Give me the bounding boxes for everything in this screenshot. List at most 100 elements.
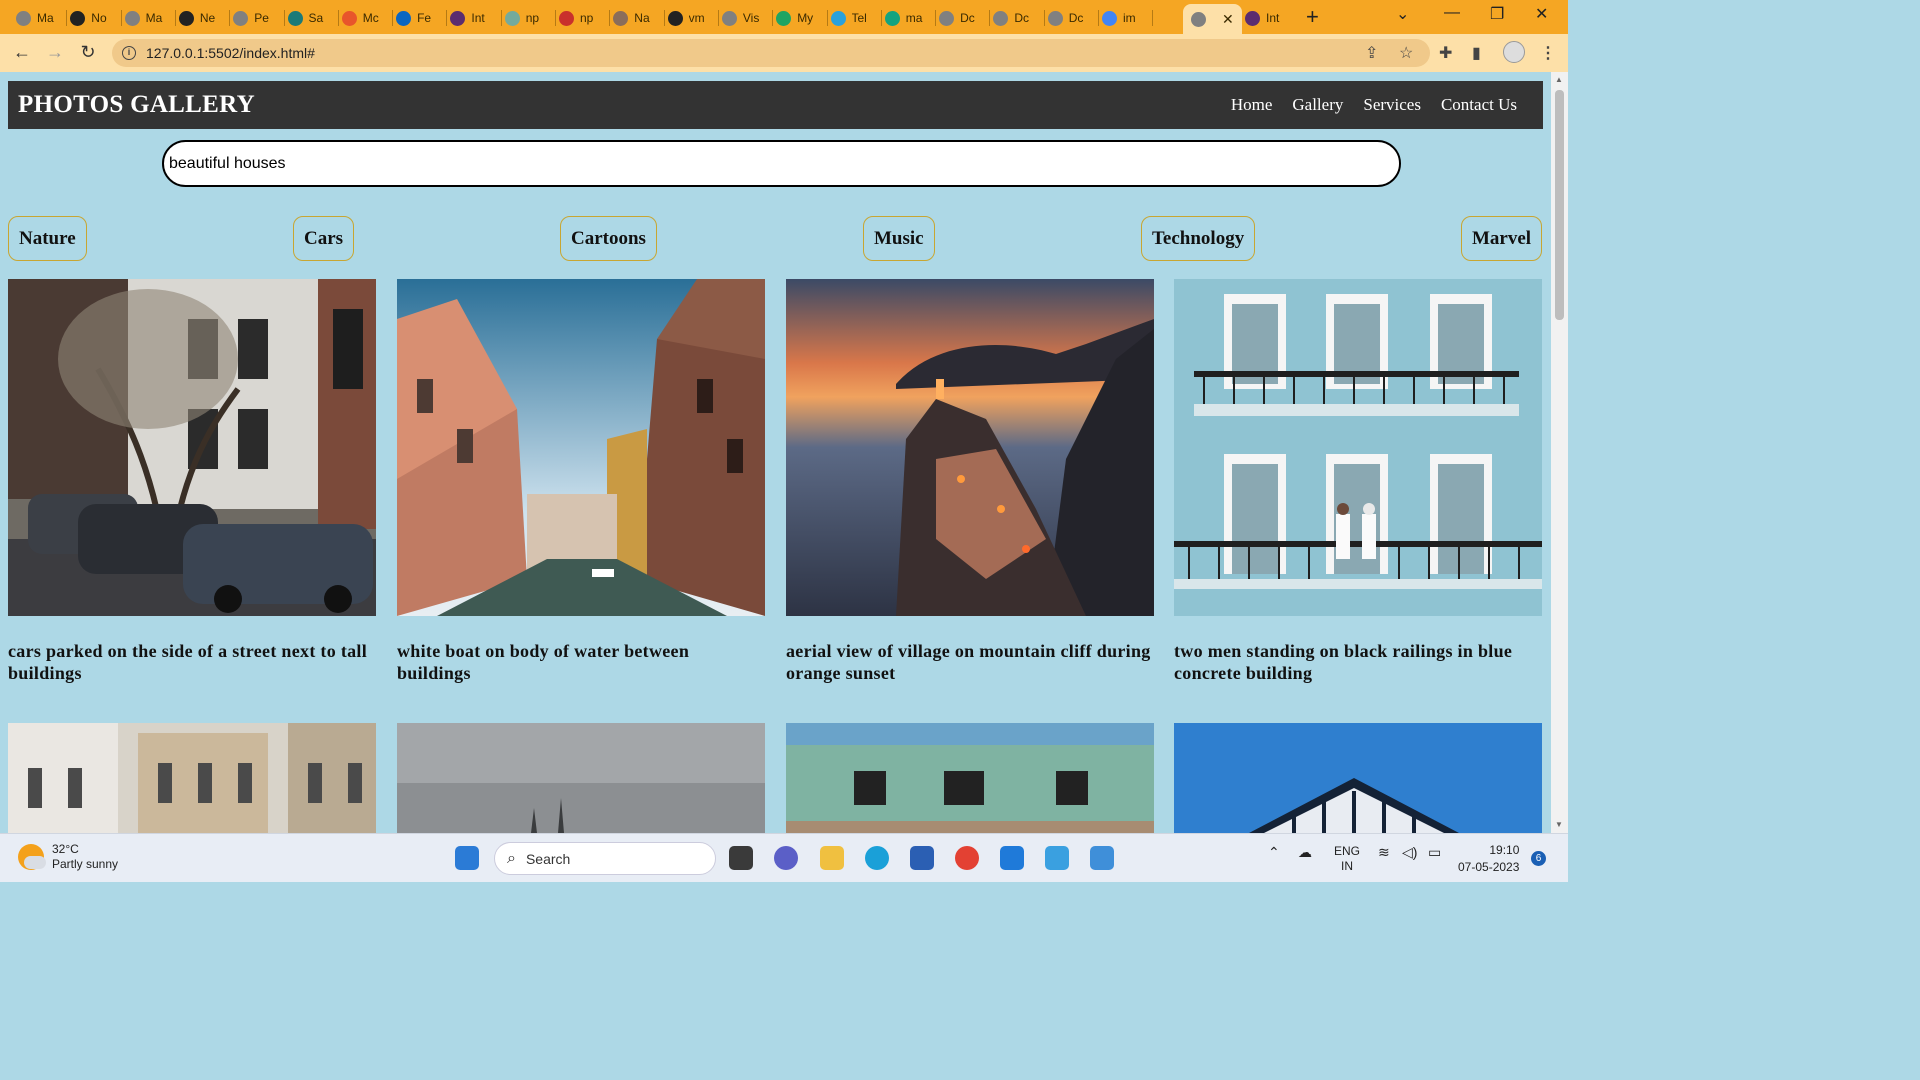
photo-card-image[interactable]: [397, 723, 765, 833]
nav-home[interactable]: Home: [1231, 95, 1273, 115]
tab-label: Ma: [145, 11, 163, 25]
bookmark-star-icon[interactable]: ☆: [1399, 43, 1413, 63]
browser-tab[interactable]: Int: [450, 4, 489, 32]
wifi-icon[interactable]: ≋: [1378, 844, 1390, 861]
browser-tab[interactable]: Dc: [939, 4, 978, 32]
photo-card: [397, 723, 765, 833]
menu-kebab-icon[interactable]: ⋮: [1540, 43, 1556, 63]
browser-tab[interactable]: ma: [884, 4, 924, 32]
tab-label: Dc: [960, 11, 975, 25]
notification-badge[interactable]: 6: [1531, 851, 1546, 866]
taskbar-clock[interactable]: 19:10 07-05-2023: [1458, 842, 1519, 876]
nav-services[interactable]: Services: [1363, 95, 1421, 115]
category-technology-button[interactable]: Technology: [1141, 216, 1256, 261]
site-brand[interactable]: PHOTOS GALLERY: [18, 91, 255, 119]
browser-tab[interactable]: Ma: [124, 4, 164, 32]
category-music-button[interactable]: Music: [863, 216, 935, 261]
weather-widget[interactable]: 32°C Partly sunny: [18, 842, 118, 872]
browser-tab[interactable]: Ma: [16, 4, 55, 32]
forward-icon[interactable]: →: [43, 42, 67, 63]
teams-chat-icon[interactable]: [774, 846, 798, 870]
browser-tab[interactable]: np: [559, 4, 598, 32]
browser-tab[interactable]: Vis: [721, 4, 761, 32]
page-viewport: PHOTOS GALLERY Home Gallery Services Con…: [0, 72, 1568, 833]
category-nature-button[interactable]: Nature: [8, 216, 87, 261]
tab-favicon-icon: [287, 10, 303, 26]
profile-avatar[interactable]: [1503, 41, 1525, 63]
nav-contact-us[interactable]: Contact Us: [1441, 95, 1517, 115]
vscode-icon[interactable]: [1000, 846, 1024, 870]
category-marvel-button[interactable]: Marvel: [1461, 216, 1543, 261]
tab-separator: [609, 10, 611, 26]
browser-tab[interactable]: vm: [667, 4, 707, 32]
address-bar[interactable]: i 127.0.0.1:5502/index.html#: [112, 39, 1430, 67]
tab-label: Mc: [362, 11, 379, 25]
browser-tab[interactable]: Sa: [287, 4, 327, 32]
photos-app-icon[interactable]: [1045, 846, 1069, 870]
photo-street-cars[interactable]: [8, 279, 376, 616]
taskbar-search[interactable]: ⌕ Search: [494, 842, 716, 875]
tab-separator: [935, 10, 937, 26]
photo-card-image[interactable]: [786, 723, 1154, 833]
scroll-up-icon[interactable]: ▲: [1555, 75, 1563, 84]
back-icon[interactable]: ←: [10, 42, 34, 63]
browser-tab[interactable]: No: [70, 4, 109, 32]
category-cartoons-button[interactable]: Cartoons: [560, 216, 657, 261]
windows-start-icon[interactable]: [455, 846, 479, 870]
browser-tab[interactable]: Dc: [1047, 4, 1087, 32]
restore-button[interactable]: ❐: [1490, 4, 1504, 24]
battery-icon[interactable]: ▭: [1428, 844, 1441, 861]
browser-tab[interactable]: im: [1102, 4, 1141, 32]
os-taskbar: 32°C Partly sunny ⌕ Search ⌃ ☁ ENG IN ≋ …: [0, 833, 1568, 882]
close-tab-icon[interactable]: ✕: [1222, 11, 1234, 28]
browser-tab[interactable]: Pe: [233, 4, 272, 32]
tab-favicon-icon: [559, 10, 574, 26]
onedrive-icon[interactable]: ☁: [1298, 844, 1312, 861]
chevron-up-icon[interactable]: ⌃: [1268, 844, 1280, 861]
search-input[interactable]: [162, 140, 1401, 187]
browser-tab[interactable]: Na: [613, 4, 652, 32]
scrollbar-thumb[interactable]: [1555, 90, 1564, 320]
extensions-icon[interactable]: ✚: [1439, 43, 1452, 63]
reload-icon[interactable]: ↻: [76, 42, 100, 63]
photo-cliff-village[interactable]: [786, 279, 1154, 616]
browser-tab[interactable]: Mc: [341, 4, 381, 32]
tab-separator: [174, 10, 176, 26]
photo-blue-building[interactable]: [1174, 279, 1542, 616]
browser-tab[interactable]: Fe: [396, 4, 435, 32]
volume-icon[interactable]: ◁): [1402, 844, 1417, 861]
category-cars-button[interactable]: Cars: [293, 216, 355, 261]
browser-tab[interactable]: Int: [1245, 4, 1284, 32]
minimize-button[interactable]: —: [1444, 4, 1460, 22]
browser-tab[interactable]: Tel: [830, 4, 870, 32]
notepad-icon[interactable]: [1090, 846, 1114, 870]
language-indicator[interactable]: ENG IN: [1334, 844, 1360, 874]
photo-card: aerial view of village on mountain cliff…: [786, 279, 1154, 684]
photo-venice-canal[interactable]: [397, 279, 765, 616]
nav-gallery[interactable]: Gallery: [1292, 95, 1343, 115]
share-icon[interactable]: ⇪: [1365, 43, 1378, 63]
browser-tab[interactable]: Dc: [993, 4, 1032, 32]
task-view-icon[interactable]: [729, 846, 753, 870]
file-explorer-icon[interactable]: [820, 846, 844, 870]
browser-tab-active[interactable]: ✕: [1183, 4, 1242, 34]
photo-card-image[interactable]: [1174, 723, 1542, 833]
tab-separator: [989, 10, 991, 26]
browser-tab[interactable]: Ne: [178, 4, 218, 32]
page-scrollbar[interactable]: ▲ ▼: [1551, 72, 1568, 833]
browser-tab[interactable]: np: [504, 4, 544, 32]
photo-card-image[interactable]: [8, 723, 376, 833]
tab-label: im: [1123, 11, 1136, 25]
tab-search-icon[interactable]: ⌄: [1396, 4, 1409, 24]
browser-tab[interactable]: My: [776, 4, 815, 32]
chrome-icon[interactable]: [955, 846, 979, 870]
new-tab-button[interactable]: +: [1306, 4, 1319, 30]
microsoft-store-icon[interactable]: [910, 846, 934, 870]
side-panel-icon[interactable]: ▮: [1472, 43, 1481, 63]
edge-browser-icon[interactable]: [865, 846, 889, 870]
tab-separator: [229, 10, 231, 26]
scroll-down-icon[interactable]: ▼: [1555, 820, 1563, 829]
tab-separator: [772, 10, 774, 26]
close-window-button[interactable]: ✕: [1535, 4, 1548, 24]
site-info-icon[interactable]: i: [122, 46, 136, 60]
